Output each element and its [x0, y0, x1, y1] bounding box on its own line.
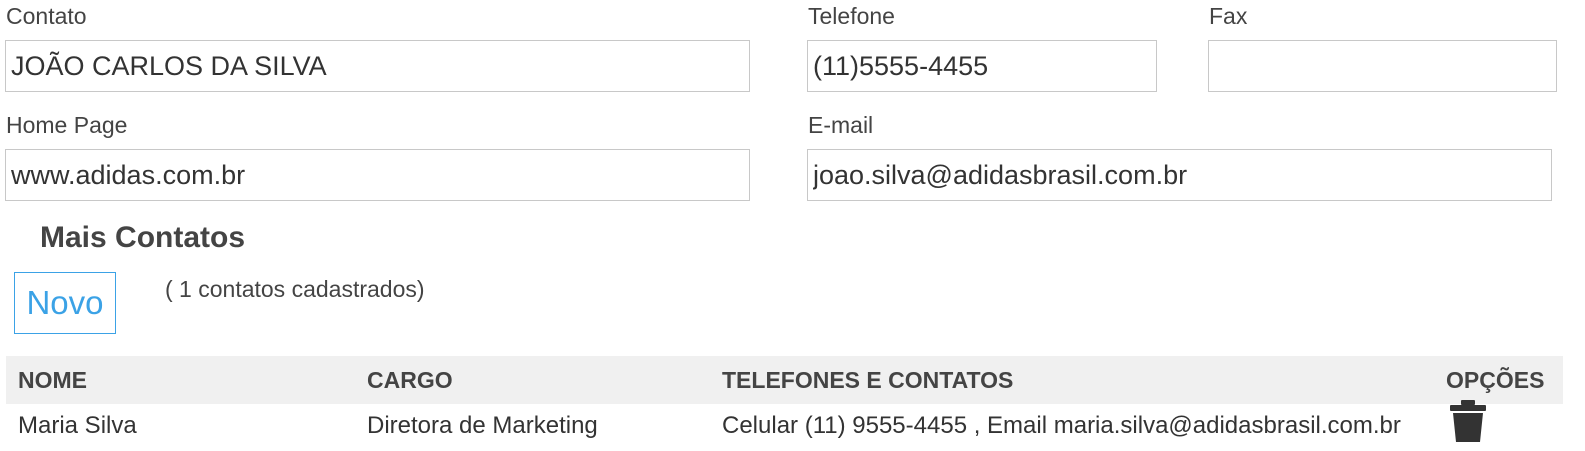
row-telefones: Celular (11) 9555-4455 , Email maria.sil… [722, 412, 1401, 439]
contacts-count-text: ( 1 contatos cadastrados) [165, 276, 425, 302]
homepage-label: Home Page [6, 112, 128, 138]
fax-input[interactable] [1208, 40, 1557, 92]
row-cargo: Diretora de Marketing [367, 412, 598, 439]
email-input[interactable] [807, 149, 1552, 201]
novo-button[interactable]: Novo [14, 272, 116, 334]
header-telefones: TELEFONES E CONTATOS [722, 367, 1014, 393]
telefone-input[interactable] [807, 40, 1157, 92]
header-opcoes: OPÇÕES [1446, 367, 1545, 393]
trash-icon[interactable] [1447, 398, 1489, 444]
fax-label: Fax [1209, 3, 1248, 29]
homepage-input[interactable] [5, 149, 750, 201]
contacts-table-header: NOME CARGO TELEFONES E CONTATOS OPÇÕES [6, 356, 1563, 404]
contato-input[interactable] [5, 40, 750, 92]
contact-form-page: Contato Telefone Fax Home Page E-mail Ma… [0, 0, 1585, 451]
row-nome: Maria Silva [18, 412, 137, 439]
header-nome: NOME [18, 367, 87, 393]
header-cargo: CARGO [367, 367, 453, 393]
contato-label: Contato [6, 3, 87, 29]
table-row: Maria Silva Diretora de Marketing Celula… [6, 400, 1563, 451]
mais-contatos-title: Mais Contatos [40, 221, 246, 254]
email-label: E-mail [808, 112, 874, 138]
telefone-label: Telefone [808, 3, 895, 29]
